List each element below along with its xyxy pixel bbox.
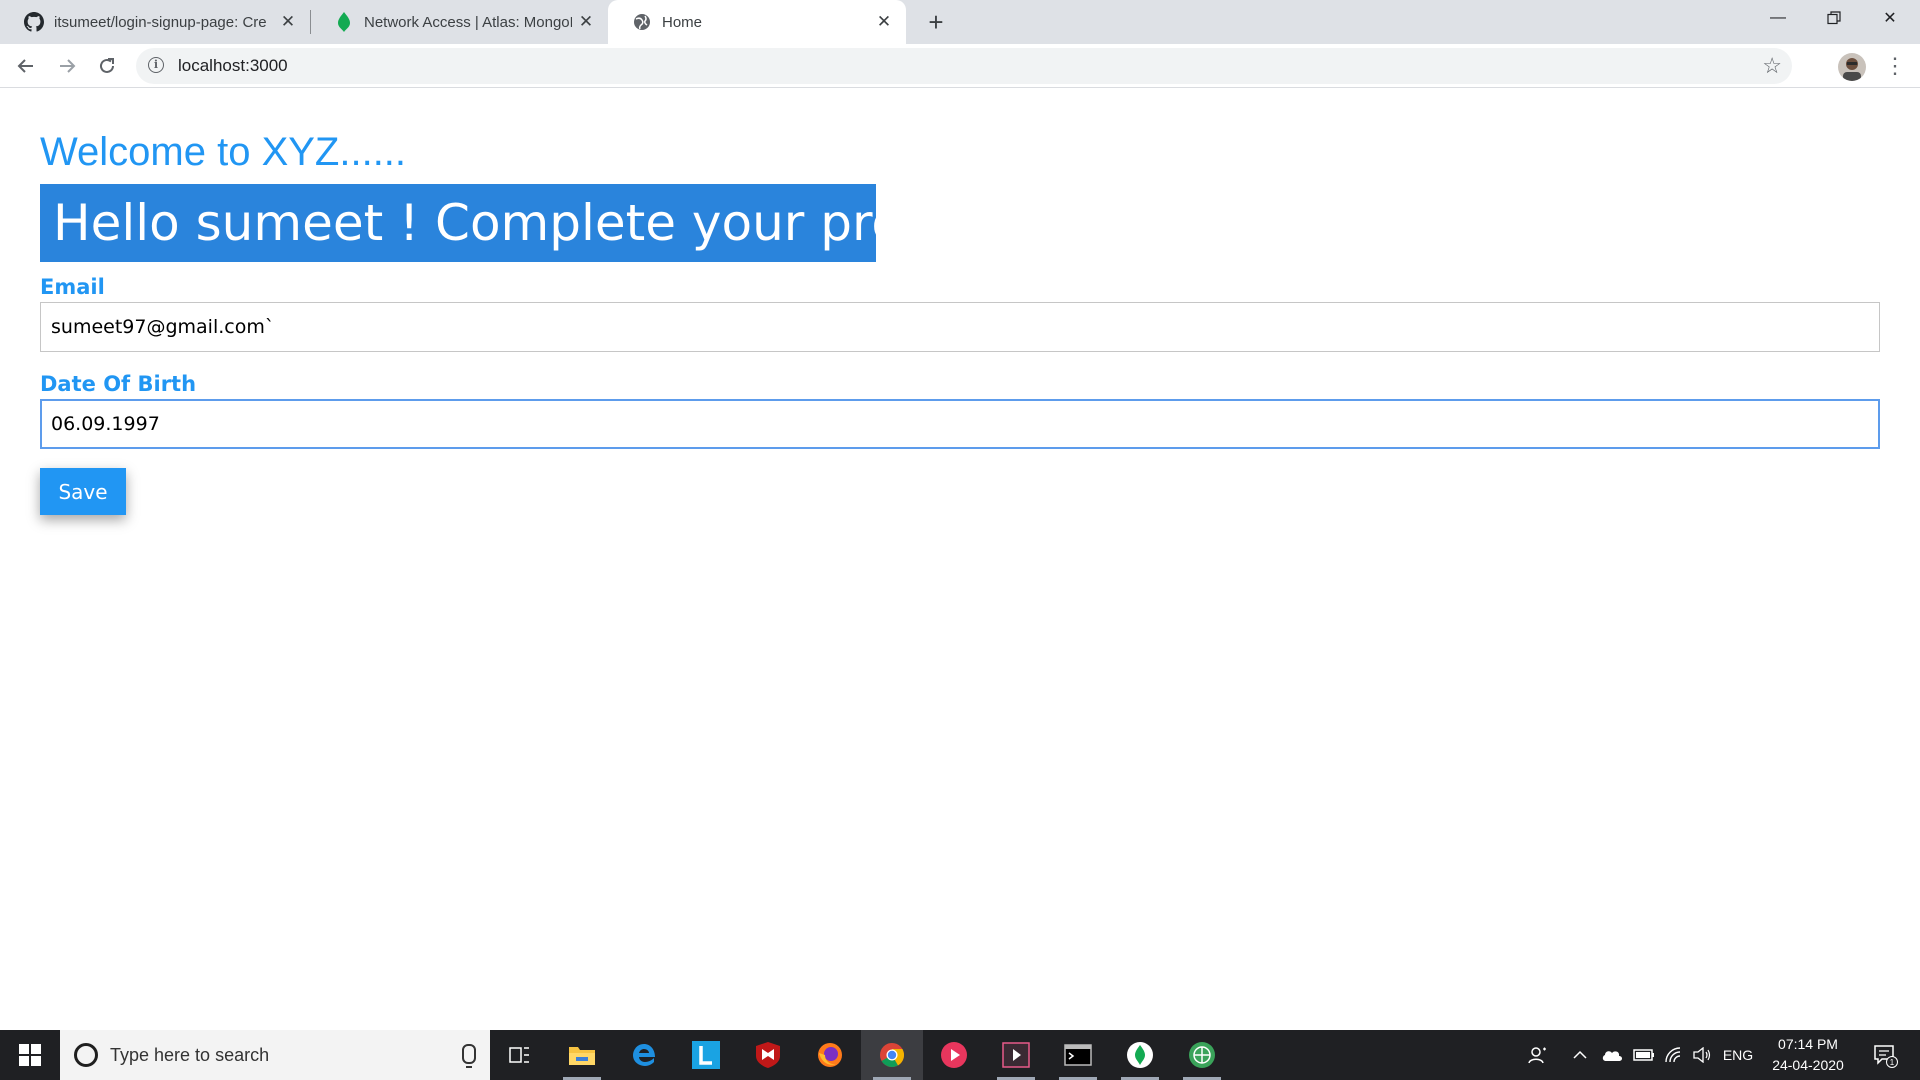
- minimize-icon[interactable]: —: [1750, 0, 1806, 36]
- people-icon[interactable]: [1520, 1030, 1556, 1080]
- mongodb-leaf-icon: [334, 12, 354, 32]
- clock-time: 07:14 PM: [1778, 1036, 1838, 1052]
- taskbar-clock[interactable]: 07:14 PM 24-04-2020: [1760, 1030, 1856, 1080]
- clock-date: 24-04-2020: [1772, 1057, 1844, 1073]
- microphone-stand: [466, 1062, 472, 1068]
- taskbar-search[interactable]: Type here to search: [60, 1030, 490, 1080]
- page-content: Welcome to XYZ...... Hello sumeet ! Comp…: [0, 88, 1920, 1030]
- wifi-icon[interactable]: [1660, 1030, 1688, 1080]
- media-player-icon[interactable]: [923, 1030, 985, 1080]
- edge-icon[interactable]: [613, 1030, 675, 1080]
- mcafee-icon[interactable]: [737, 1030, 799, 1080]
- mongodb-compass-icon[interactable]: [1109, 1030, 1171, 1080]
- tab-title: itsumeet/login-signup-page: Cre: [54, 13, 267, 31]
- chevron-up-icon[interactable]: [1568, 1030, 1592, 1080]
- tab-mongodb[interactable]: Network Access | Atlas: MongoDB ✕: [310, 0, 608, 44]
- close-tab-icon[interactable]: ✕: [870, 8, 898, 36]
- browser-toolbar: i ☆ ⋮: [0, 44, 1920, 88]
- onedrive-icon[interactable]: [1598, 1030, 1626, 1080]
- tab-github[interactable]: itsumeet/login-signup-page: Cre ✕: [0, 0, 310, 44]
- chrome-icon[interactable]: [861, 1030, 923, 1080]
- video-editor-icon[interactable]: [985, 1030, 1047, 1080]
- close-tab-icon[interactable]: ✕: [572, 8, 600, 36]
- notification-center-icon[interactable]: 1: [1862, 1030, 1908, 1080]
- tab-home[interactable]: Home ✕: [608, 0, 906, 44]
- reload-icon[interactable]: [89, 48, 125, 84]
- save-button[interactable]: Save: [40, 468, 126, 515]
- cortana-icon[interactable]: [74, 1043, 98, 1067]
- forward-arrow-icon[interactable]: [49, 48, 85, 84]
- url-input[interactable]: [178, 48, 1678, 84]
- window-close-icon[interactable]: ✕: [1862, 0, 1918, 36]
- plus-icon[interactable]: +: [918, 4, 954, 40]
- tab-title: Home: [662, 13, 703, 31]
- firefox-icon[interactable]: [799, 1030, 861, 1080]
- language-indicator[interactable]: ENG: [1718, 1030, 1758, 1080]
- profile-avatar[interactable]: [1838, 53, 1866, 81]
- site-info-icon[interactable]: i: [148, 57, 164, 73]
- github-icon: [24, 12, 44, 32]
- email-label: Email: [40, 275, 105, 299]
- email-field[interactable]: [40, 302, 1880, 352]
- microphone-icon[interactable]: [462, 1044, 476, 1064]
- tab-strip: itsumeet/login-signup-page: Cre ✕ Networ…: [0, 0, 1920, 44]
- volume-icon[interactable]: [1688, 1030, 1716, 1080]
- greeting-banner: Hello sumeet ! Complete your profile: [40, 184, 978, 262]
- date-of-birth-field[interactable]: [40, 399, 1880, 449]
- battery-icon[interactable]: [1630, 1030, 1658, 1080]
- globe-icon: [632, 12, 652, 32]
- network-app-icon[interactable]: [1171, 1030, 1233, 1080]
- tab-title: Network Access | Atlas: MongoDB: [364, 13, 572, 31]
- welcome-heading: Welcome to XYZ......: [40, 130, 407, 174]
- l-app-icon[interactable]: [675, 1030, 737, 1080]
- address-bar[interactable]: i ☆: [136, 48, 1792, 84]
- more-menu-icon[interactable]: ⋮: [1880, 50, 1910, 82]
- dob-label: Date Of Birth: [40, 372, 197, 396]
- notification-count: 1: [1890, 1058, 1895, 1067]
- file-explorer-icon[interactable]: [551, 1030, 613, 1080]
- back-arrow-icon[interactable]: [8, 48, 44, 84]
- bookmark-star-icon[interactable]: ☆: [1762, 48, 1782, 84]
- search-placeholder: Type here to search: [110, 1045, 270, 1065]
- restore-icon[interactable]: [1806, 0, 1862, 36]
- windows-taskbar: Type here to search ENG 07:14 PM 24-04-2…: [0, 1030, 1920, 1080]
- windows-start-icon[interactable]: [0, 1030, 60, 1080]
- terminal-icon[interactable]: [1047, 1030, 1109, 1080]
- task-view-icon[interactable]: [489, 1030, 551, 1080]
- close-tab-icon[interactable]: ✕: [274, 8, 302, 36]
